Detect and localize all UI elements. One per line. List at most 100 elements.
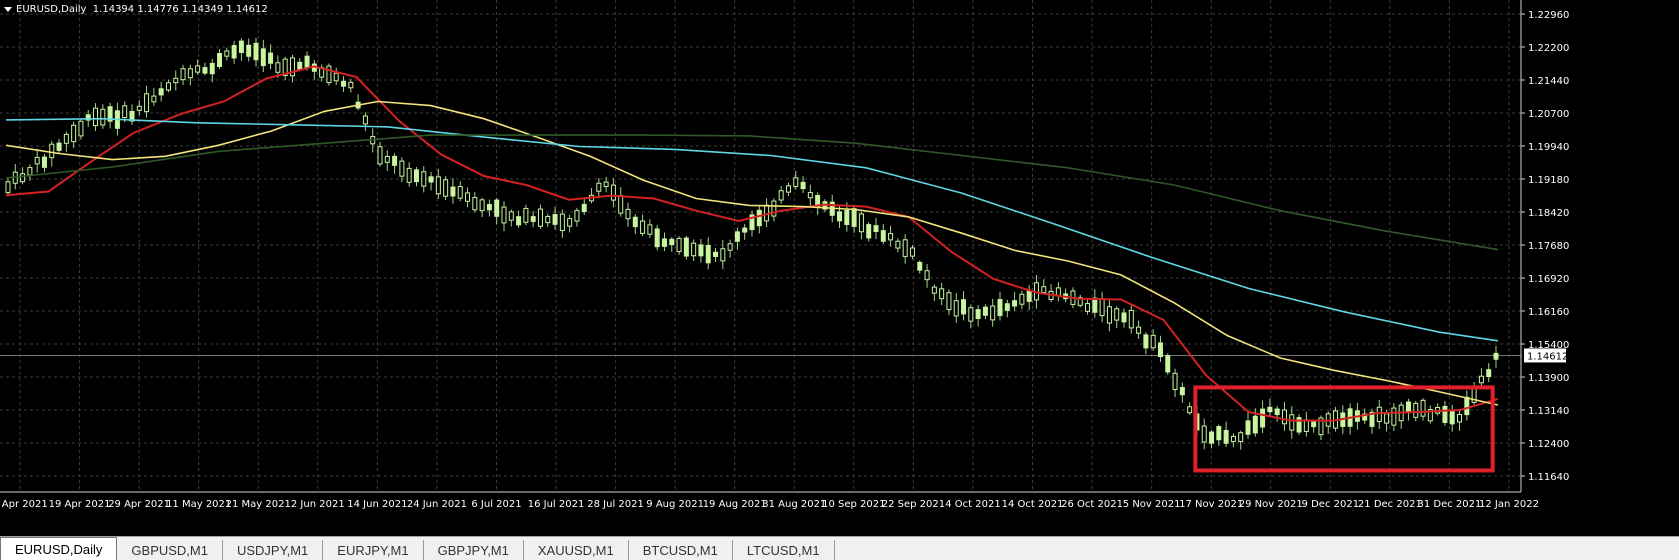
candle-body xyxy=(1413,402,1419,418)
candle-body xyxy=(603,181,609,187)
date-tick-label: 19 Apr 2021 xyxy=(49,499,111,510)
candle-body xyxy=(523,207,529,223)
candle-body xyxy=(931,286,937,294)
tab-gbpusd-m1[interactable]: GBPUSD,M1 xyxy=(117,540,223,560)
tab-xauusd-m1[interactable]: XAUUSD,M1 xyxy=(524,540,629,560)
candle-body xyxy=(909,247,915,257)
candle-body xyxy=(326,65,332,84)
candle-body xyxy=(93,107,99,127)
candle-body xyxy=(691,242,697,257)
candle-body xyxy=(275,62,281,73)
tab-btcusd-m1[interactable]: BTCUSD,M1 xyxy=(629,540,733,560)
candle-body xyxy=(209,62,215,75)
tab-eurjpy-m1[interactable]: EURJPY,M1 xyxy=(323,540,424,560)
chart-symbol: EURUSD,Daily xyxy=(16,4,87,15)
candle-body xyxy=(778,190,784,201)
tab-usdjpy-m1[interactable]: USDJPY,M1 xyxy=(223,540,324,560)
candle-body xyxy=(1128,309,1134,329)
dropdown-triangle-icon[interactable] xyxy=(4,6,12,12)
candle-body xyxy=(392,155,398,166)
price-chart[interactable]: 1.22960 1.22200 1.21440 1.20700 1.19940 1.191… xyxy=(0,0,1679,536)
candle-body xyxy=(1223,429,1229,444)
price-tick-label: 1.22200 xyxy=(1528,43,1569,54)
date-tick-label: 21 Dec 2021 xyxy=(1358,499,1422,510)
candle-body xyxy=(618,195,624,214)
date-tick-label: 7 Apr 2021 xyxy=(0,499,48,510)
candle-body xyxy=(486,204,492,211)
tab-gbpjpy-m1[interactable]: GBPJPY,M1 xyxy=(424,540,524,560)
candle-body xyxy=(348,81,354,89)
tab-eurusd-daily[interactable]: EURUSD,Daily xyxy=(0,537,118,560)
candle-body xyxy=(720,248,726,262)
candle-body xyxy=(173,77,179,84)
candle-body xyxy=(1289,414,1295,431)
candle-body xyxy=(100,108,106,126)
candle-body xyxy=(866,224,872,239)
date-tick-label: 6 Jul 2021 xyxy=(471,499,521,510)
price-tick-label: 1.16920 xyxy=(1528,274,1569,285)
candle-body xyxy=(1041,286,1047,293)
candle-body xyxy=(362,115,368,125)
candle-body xyxy=(479,199,485,212)
date-tick-label: 28 Jul 2021 xyxy=(587,499,644,510)
date-tick-label: 9 Aug 2021 xyxy=(646,499,704,510)
candle-body xyxy=(574,210,580,222)
candle-body xyxy=(384,155,390,163)
candle-body xyxy=(202,67,208,74)
date-tick-label: 11 May 2021 xyxy=(166,499,231,510)
candle-body xyxy=(1172,372,1178,391)
candle-body xyxy=(895,240,901,249)
chart-header: EURUSD,Daily 1.14394 1.14776 1.14349 1.1… xyxy=(4,4,268,15)
candle-body xyxy=(858,213,864,233)
candle-body xyxy=(837,211,843,222)
candle-body xyxy=(793,177,799,188)
current-price-label: 1.14612 xyxy=(1527,351,1568,362)
candle-body xyxy=(1238,432,1244,442)
candle-body xyxy=(1143,334,1149,349)
candle-body xyxy=(902,239,908,257)
candle-body xyxy=(647,224,653,235)
price-tick-label: 1.13900 xyxy=(1528,373,1569,384)
candle-body xyxy=(734,231,740,242)
tab-ltcusd-m1[interactable]: LTCUSD,M1 xyxy=(733,540,835,560)
candle-body xyxy=(888,233,894,241)
candle-body xyxy=(1012,300,1018,307)
chart-area[interactable]: 1.22960 1.22200 1.21440 1.20700 1.19940 1.191… xyxy=(0,0,1679,536)
candle-body xyxy=(1464,396,1470,416)
candle-body xyxy=(1187,406,1193,414)
candle-body xyxy=(632,216,638,228)
candle-body xyxy=(20,173,26,183)
price-tick-label: 1.19940 xyxy=(1528,142,1569,153)
candle-body xyxy=(1376,406,1382,422)
candle-body xyxy=(465,192,471,202)
candle-body xyxy=(1478,375,1484,384)
candle-body xyxy=(851,208,857,227)
candle-body xyxy=(982,306,988,316)
candle-body xyxy=(1486,369,1492,378)
candle-body xyxy=(246,44,252,57)
candle-body xyxy=(946,292,952,311)
candle-body xyxy=(341,80,347,87)
candle-body xyxy=(1092,297,1098,313)
candle-body xyxy=(727,243,733,251)
chart-tab-bar: EURUSD,Daily GBPUSD,M1 USDJPY,M1 EURJPY,… xyxy=(0,536,1679,560)
candle-body xyxy=(1201,425,1207,443)
candle-body xyxy=(924,270,930,281)
candle-body xyxy=(880,230,886,242)
highlight-box-group xyxy=(1193,385,1495,473)
candle-body xyxy=(807,192,813,199)
candle-body xyxy=(1405,401,1411,414)
candle-body xyxy=(253,42,259,61)
date-tick-label: 31 Dec 2021 xyxy=(1417,499,1481,510)
date-tick-label: 22 Sep 2021 xyxy=(882,499,945,510)
candle-body xyxy=(151,95,157,103)
date-tick-label: 14 Jun 2021 xyxy=(347,499,407,510)
candle-body xyxy=(187,68,193,79)
candle-body xyxy=(217,53,223,67)
candle-body xyxy=(1449,411,1455,425)
candle-body xyxy=(71,124,77,143)
candle-body xyxy=(1136,326,1142,334)
candle-body xyxy=(304,55,310,68)
candle-body xyxy=(1442,405,1448,423)
candle-body xyxy=(1391,407,1397,426)
